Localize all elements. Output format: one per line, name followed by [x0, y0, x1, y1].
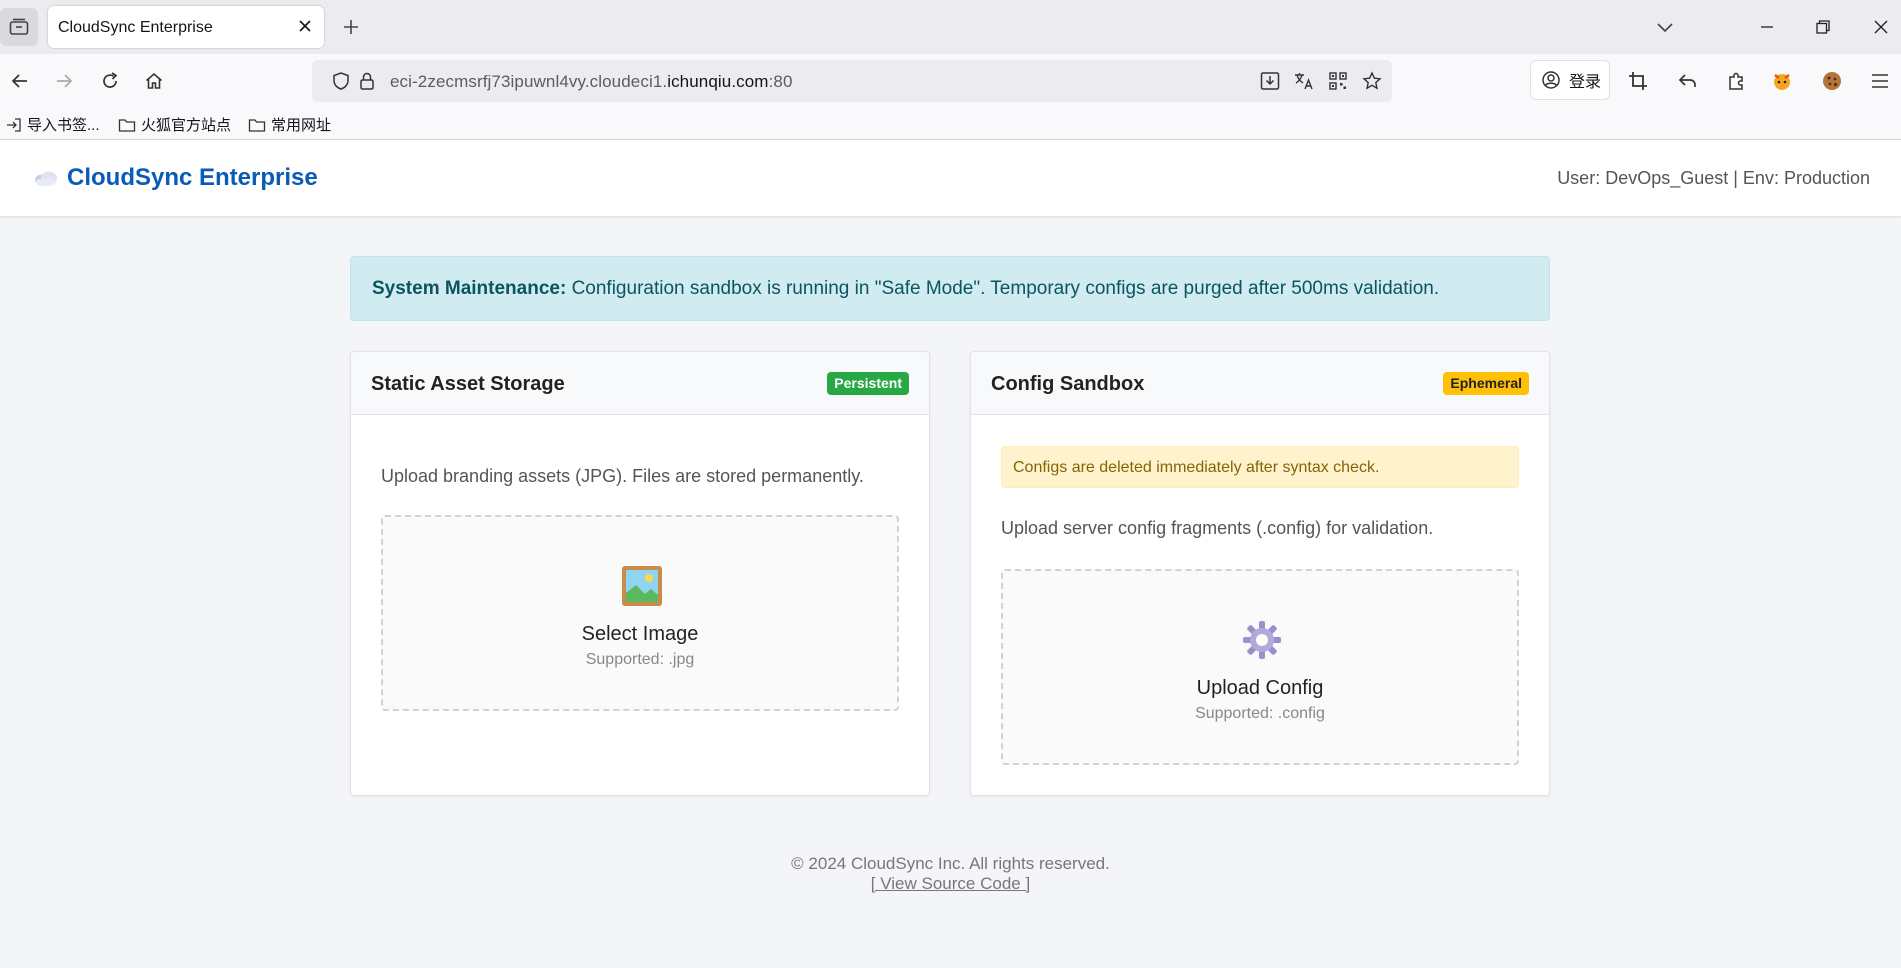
card-title: Config Sandbox — [991, 373, 1145, 395]
tab-overview-button[interactable] — [0, 8, 38, 46]
account-icon — [1542, 71, 1560, 89]
status-badge: Ephemeral — [1443, 372, 1529, 395]
bookmark-common-sites[interactable]: 常用网址 — [248, 114, 331, 135]
static-asset-card: Static Asset Storage Persistent Upload b… — [350, 351, 930, 796]
back-arrow-icon — [11, 74, 27, 88]
fox-extension-icon — [1774, 74, 1790, 90]
config-upload-dropzone[interactable]: Upload Config Supported: .config — [1001, 569, 1519, 765]
window-close-button[interactable] — [1868, 14, 1894, 40]
card-description: Upload branding assets (JPG). Files are … — [381, 466, 864, 486]
url-text: eci-2zecmsrfj73ipuwnl4vy.cloudeci1.ichun… — [390, 72, 793, 92]
app-menu-button[interactable] — [1868, 69, 1892, 93]
cookie-icon — [1823, 72, 1841, 90]
hamburger-menu-icon — [1872, 74, 1888, 88]
crop-icon — [1629, 72, 1647, 90]
browser-nav-bar: eci-2zecmsrfj73ipuwnl4vy.cloudeci1.ichun… — [0, 54, 1901, 108]
card-title: Static Asset Storage — [371, 373, 565, 395]
reload-button[interactable] — [98, 69, 122, 93]
image-upload-dropzone[interactable]: Select Image Supported: .jpg — [381, 515, 899, 711]
folder-icon — [248, 118, 266, 132]
bookmark-label: 常用网址 — [271, 117, 332, 134]
minimize-button[interactable] — [1754, 14, 1780, 40]
page-content: CloudSync Enterprise User: DevOps_Guest … — [0, 140, 1901, 968]
dropzone-label: Upload Config — [1196, 677, 1324, 699]
cookie-extension-button[interactable] — [1820, 69, 1844, 93]
gear-icon — [1243, 621, 1281, 659]
account-login-button[interactable]: 登录 — [1530, 60, 1610, 100]
active-tab[interactable]: CloudSync Enterprise — [48, 6, 324, 48]
browser-tab-bar: CloudSync Enterprise — [0, 0, 1901, 54]
screenshot-crop-button[interactable] — [1626, 69, 1650, 93]
window-close-icon — [1874, 20, 1888, 34]
url-prefix: eci-2zecmsrfj73ipuwnl4vy.cloudeci1. — [390, 72, 668, 91]
alert-text: Configuration sandbox is running in "Saf… — [566, 278, 1440, 299]
back-button[interactable] — [8, 69, 32, 93]
cloud-icon — [35, 171, 57, 186]
status-badge: Persistent — [827, 372, 909, 395]
card-header: Static Asset Storage Persistent — [351, 352, 929, 415]
save-page-icon[interactable] — [1259, 70, 1281, 92]
bookmark-firefox-site[interactable]: 火狐官方站点 — [118, 114, 231, 135]
url-port: :80 — [768, 72, 793, 91]
dropzone-supported: Supported: .config — [1195, 705, 1325, 722]
home-button[interactable] — [142, 69, 166, 93]
minimize-icon — [1761, 26, 1773, 28]
home-icon — [145, 72, 163, 89]
puzzle-icon — [1729, 72, 1743, 90]
close-icon[interactable] — [296, 17, 314, 35]
chevron-down-icon — [1657, 23, 1673, 33]
forward-button[interactable] — [52, 69, 76, 93]
list-all-tabs-button[interactable] — [1652, 14, 1678, 40]
card-description: Upload server config fragments (.config)… — [1001, 518, 1434, 538]
config-sandbox-card: Config Sandbox Ephemeral Configs are del… — [970, 351, 1550, 796]
undo-arrow-icon — [1678, 74, 1696, 87]
extension-fox-button[interactable] — [1770, 69, 1794, 93]
bookmark-label: 火狐官方站点 — [141, 117, 232, 134]
brand-title: CloudSync Enterprise — [67, 164, 318, 191]
tracking-shield-icon[interactable] — [330, 70, 352, 92]
bookmark-import[interactable]: 导入书签... — [6, 114, 100, 135]
user-env-info: User: DevOps_Guest | Env: Production — [1557, 168, 1870, 188]
bookmarks-toolbar: 导入书签... 火狐官方站点 常用网址 — [0, 108, 1901, 140]
maintenance-alert: System Maintenance: Configuration sandbo… — [350, 256, 1550, 321]
restore-icon — [1816, 20, 1830, 34]
dropzone-supported: Supported: .jpg — [585, 651, 695, 668]
url-host: ichunqiu.com — [667, 72, 769, 91]
restore-button[interactable] — [1810, 14, 1836, 40]
copyright-text: © 2024 CloudSync Inc. All rights reserve… — [791, 854, 1110, 873]
login-label: 登录 — [1569, 74, 1602, 91]
deletion-warning: Configs are deleted immediately after sy… — [1001, 446, 1519, 488]
page-footer: © 2024 CloudSync Inc. All rights reserve… — [0, 854, 1901, 894]
bookmark-label: 导入书签... — [27, 117, 100, 134]
extensions-button[interactable] — [1724, 69, 1748, 93]
alert-title: System Maintenance: — [372, 278, 567, 299]
picture-icon — [622, 566, 662, 606]
folder-icon — [118, 118, 136, 132]
new-tab-plus-icon[interactable] — [340, 16, 362, 38]
reload-icon — [103, 72, 118, 88]
brand[interactable]: CloudSync Enterprise — [33, 164, 318, 192]
import-icon — [7, 117, 21, 132]
tab-title: CloudSync Enterprise — [58, 19, 213, 36]
undo-button[interactable] — [1676, 69, 1700, 93]
view-source-link[interactable]: [ View Source Code ] — [871, 874, 1030, 893]
translate-icon[interactable] — [1293, 70, 1315, 92]
address-bar[interactable]: eci-2zecmsrfj73ipuwnl4vy.cloudeci1.ichun… — [312, 60, 1392, 102]
lock-icon[interactable] — [356, 70, 378, 92]
card-header: Config Sandbox Ephemeral — [971, 352, 1549, 415]
forward-arrow-icon — [57, 74, 73, 88]
qr-code-icon[interactable] — [1327, 70, 1349, 92]
tab-list-icon — [9, 18, 29, 35]
bookmark-star-icon[interactable] — [1361, 70, 1383, 92]
dropzone-label: Select Image — [581, 623, 699, 645]
site-header: CloudSync Enterprise User: DevOps_Guest … — [0, 140, 1901, 217]
